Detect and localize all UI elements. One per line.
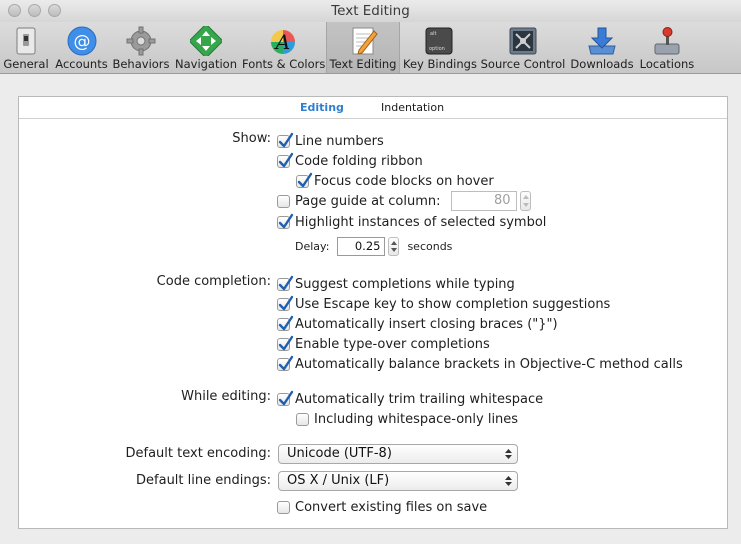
delay-row: Delay: 0.25 seconds bbox=[295, 236, 452, 256]
toolbar-item-key-bindings[interactable]: alt option Key Bindings bbox=[403, 22, 477, 73]
trim-checkbox[interactable] bbox=[277, 390, 294, 406]
page-guide-row: Page guide at column: 80 bbox=[277, 191, 531, 211]
escape-checkbox[interactable] bbox=[277, 295, 294, 311]
page-guide-checkbox[interactable] bbox=[277, 194, 290, 208]
source-control-icon bbox=[509, 27, 537, 55]
page-guide-label: Page guide at column: bbox=[295, 193, 441, 209]
toolbar-item-behaviors[interactable]: Behaviors bbox=[112, 22, 170, 73]
escape-label: Use Escape key to show completion sugges… bbox=[295, 296, 611, 312]
suggest-checkbox[interactable] bbox=[277, 275, 294, 291]
delay-field[interactable]: 0.25 bbox=[337, 236, 386, 256]
tab-indentation[interactable]: Indentation bbox=[381, 101, 444, 114]
joystick-icon bbox=[654, 27, 680, 55]
highlight-row: Highlight instances of selected symbol bbox=[277, 213, 546, 231]
braces-row: Automatically insert closing braces ("}"… bbox=[277, 315, 558, 333]
tab-editing[interactable]: Editing bbox=[300, 101, 344, 114]
title-bar: Text Editing bbox=[0, 0, 741, 22]
line-numbers-checkbox[interactable] bbox=[277, 132, 294, 148]
suggest-row: Suggest completions while typing bbox=[277, 275, 515, 293]
convert-label: Convert existing files on save bbox=[295, 499, 488, 515]
tab-bar: Editing Indentation bbox=[19, 97, 727, 119]
balance-label: Automatically balance brackets in Object… bbox=[295, 356, 683, 372]
toolbar-item-locations[interactable]: Locations bbox=[637, 22, 697, 73]
focus-code-checkbox[interactable] bbox=[296, 172, 313, 188]
typeover-row: Enable type-over completions bbox=[277, 335, 490, 353]
pencil-paper-icon bbox=[352, 27, 378, 55]
toolbar-item-text-editing[interactable]: Text Editing bbox=[326, 22, 400, 73]
whitespace-only-checkbox[interactable] bbox=[296, 412, 309, 426]
code-folding-checkbox[interactable] bbox=[277, 152, 294, 168]
line-endings-popup[interactable]: OS X / Unix (LF) bbox=[278, 471, 518, 491]
encoding-value: Unicode (UTF-8) bbox=[287, 446, 392, 461]
page-guide-column-field[interactable]: 80 bbox=[450, 191, 517, 211]
code-folding-row: Code folding ribbon bbox=[277, 152, 423, 170]
highlight-label: Highlight instances of selected symbol bbox=[295, 214, 547, 230]
at-icon: @ bbox=[67, 26, 96, 56]
toolbar-item-fonts-colors[interactable]: A Fonts & Colors bbox=[242, 22, 325, 73]
encoding-label: Default text encoding: bbox=[125, 446, 272, 461]
switch-icon bbox=[16, 27, 36, 55]
toolbar-item-navigation[interactable]: Navigation bbox=[174, 22, 238, 73]
code-folding-label: Code folding ribbon bbox=[295, 153, 423, 169]
popup-arrows-icon bbox=[505, 449, 512, 459]
whitespace-only-label: Including whitespace-only lines bbox=[314, 411, 519, 427]
gear-icon bbox=[126, 26, 156, 56]
toolbar-item-downloads[interactable]: Downloads bbox=[570, 22, 634, 73]
delay-stepper[interactable] bbox=[388, 236, 400, 256]
braces-label: Automatically insert closing braces ("}"… bbox=[295, 316, 558, 332]
window-title: Text Editing bbox=[331, 3, 410, 19]
page-guide-stepper[interactable] bbox=[519, 191, 531, 211]
balance-row: Automatically balance brackets in Object… bbox=[277, 355, 683, 373]
trim-row: Automatically trim trailing whitespace bbox=[277, 390, 543, 408]
option-key-icon: alt option bbox=[425, 27, 453, 55]
line-numbers-label: Line numbers bbox=[295, 133, 384, 149]
show-label: Show: bbox=[232, 131, 271, 146]
popup-arrows-icon bbox=[505, 476, 512, 486]
line-endings-value: OS X / Unix (LF) bbox=[287, 473, 390, 488]
typeover-checkbox[interactable] bbox=[277, 335, 294, 351]
line-numbers-row: Line numbers bbox=[277, 132, 384, 150]
convert-checkbox[interactable] bbox=[277, 500, 290, 514]
code-completion-label: Code completion: bbox=[156, 274, 271, 289]
focus-code-label: Focus code blocks on hover bbox=[314, 173, 494, 189]
svg-text:A: A bbox=[274, 30, 290, 54]
whitespace-only-row: Including whitespace-only lines bbox=[296, 410, 518, 428]
toolbar-item-source-control[interactable]: Source Control bbox=[480, 22, 566, 73]
line-endings-label: Default line endings: bbox=[136, 473, 271, 488]
focus-code-row: Focus code blocks on hover bbox=[296, 172, 494, 190]
delay-label: Delay: bbox=[295, 239, 330, 253]
escape-row: Use Escape key to show completion sugges… bbox=[277, 295, 610, 313]
while-editing-label: While editing: bbox=[181, 389, 271, 404]
highlight-checkbox[interactable] bbox=[277, 213, 294, 229]
svg-text:option: option bbox=[429, 46, 445, 52]
arrows-icon bbox=[190, 26, 222, 56]
encoding-popup[interactable]: Unicode (UTF-8) bbox=[278, 444, 518, 464]
svg-text:@: @ bbox=[73, 32, 90, 52]
delay-unit: seconds bbox=[407, 239, 453, 253]
trim-label: Automatically trim trailing whitespace bbox=[295, 391, 544, 407]
typeover-label: Enable type-over completions bbox=[295, 336, 490, 352]
toolbar-item-general[interactable]: General bbox=[2, 22, 50, 73]
preferences-toolbar: General @ Accounts Behaviors Navigation bbox=[0, 22, 741, 74]
balance-checkbox[interactable] bbox=[277, 355, 294, 371]
suggest-label: Suggest completions while typing bbox=[295, 276, 515, 292]
font-palette-icon: A bbox=[271, 30, 295, 54]
svg-text:alt: alt bbox=[430, 31, 436, 37]
convert-row: Convert existing files on save bbox=[277, 498, 487, 516]
toolbar-item-accounts[interactable]: @ Accounts bbox=[53, 22, 110, 73]
download-icon bbox=[588, 27, 616, 55]
braces-checkbox[interactable] bbox=[277, 315, 294, 331]
